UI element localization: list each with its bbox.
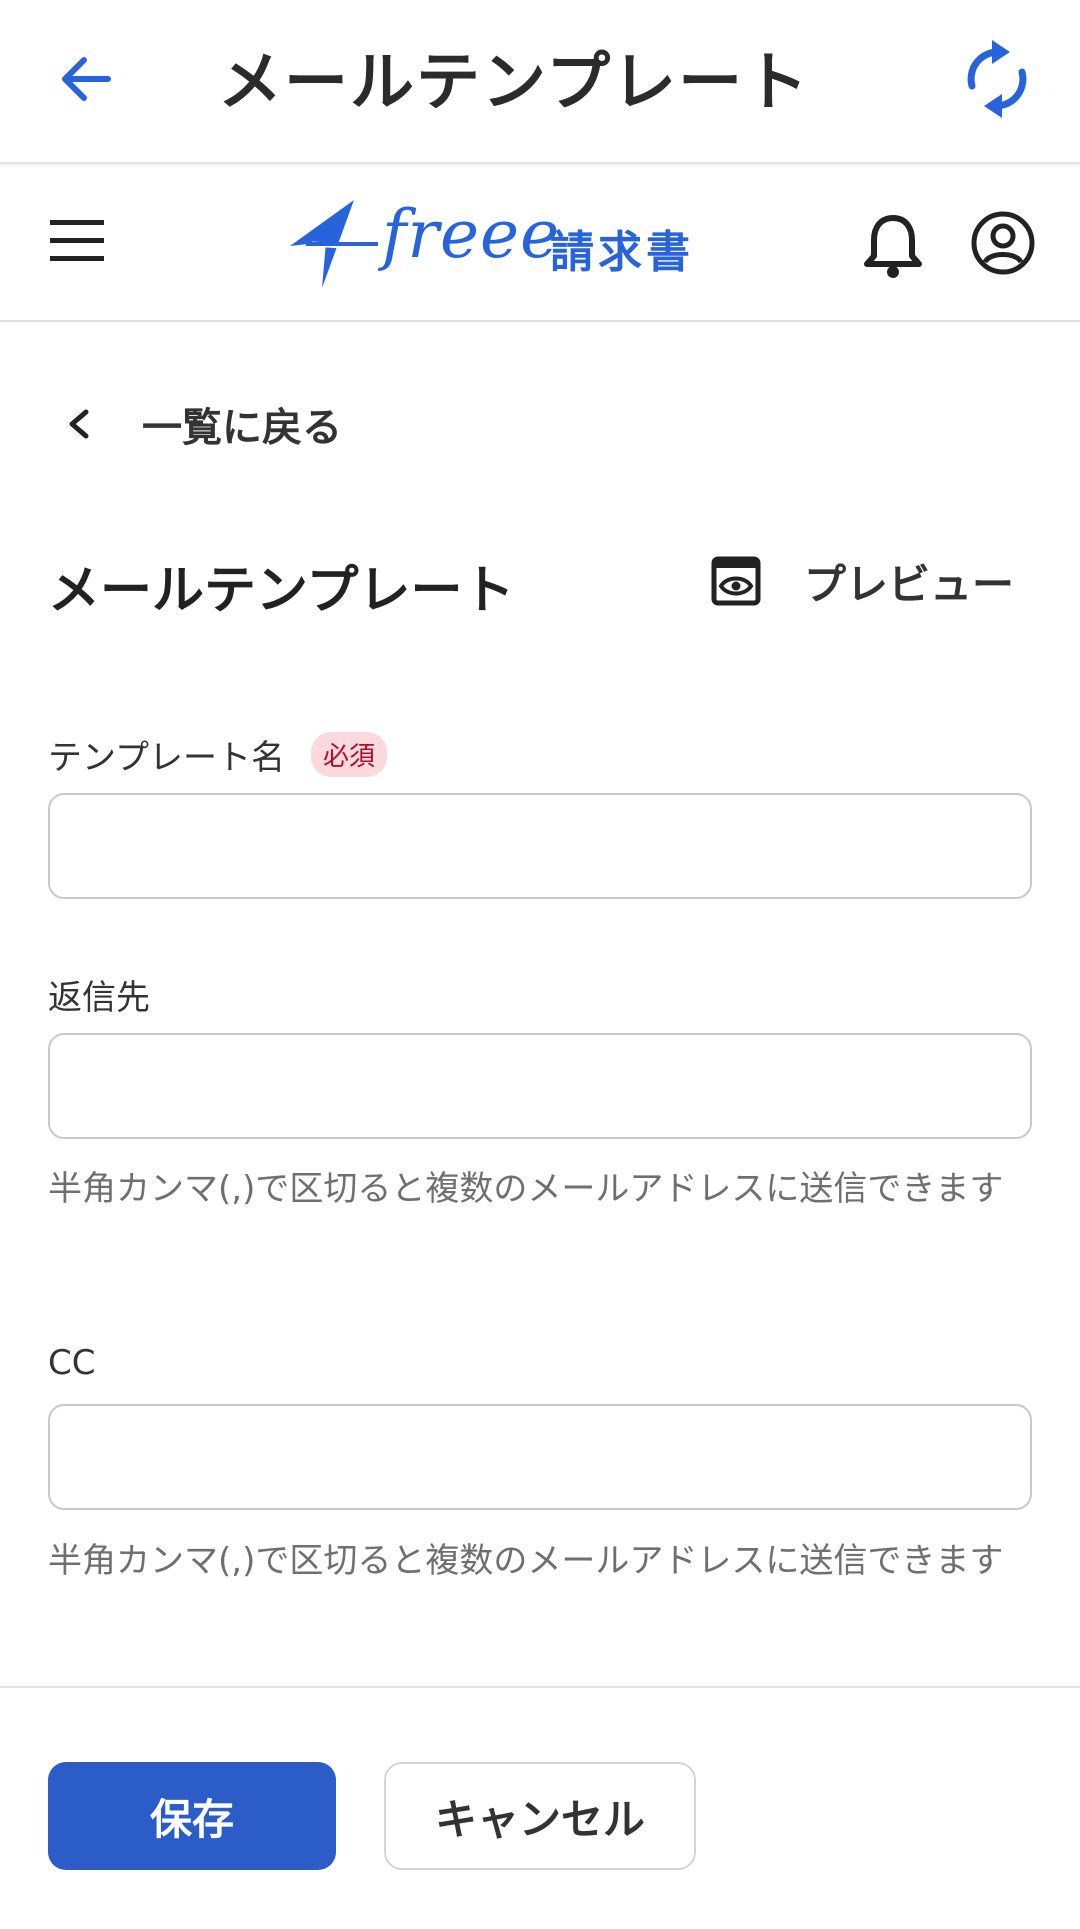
cc-label: CC (48, 1343, 95, 1383)
chevron-left-icon (69, 409, 89, 439)
back-to-list-link[interactable]: 一覧に戻る (60, 396, 342, 452)
app-bar-title: メールテンプレート (218, 46, 811, 120)
reply-to-input[interactable] (48, 1033, 1032, 1139)
preview-button[interactable]: プレビュー (710, 548, 1014, 614)
cancel-button[interactable]: キャンセル (384, 1762, 696, 1870)
site-header: freee 請求書 (0, 166, 1080, 322)
freee-bird-logo (290, 200, 378, 288)
back-to-list-label: 一覧に戻る (142, 405, 342, 451)
account-icon (971, 211, 1035, 275)
logo-text: freee (382, 196, 561, 273)
menu-button[interactable] (48, 216, 108, 266)
menu-icon (50, 220, 104, 261)
divider (0, 1686, 1080, 1688)
account-button[interactable] (970, 210, 1036, 276)
reply-to-label: 返信先 (48, 970, 150, 1019)
page-title: メールテンプレート (48, 561, 515, 621)
notifications-button[interactable] (862, 212, 924, 280)
preview-eye-icon (711, 556, 761, 606)
template-name-label: テンプレート名 必須 (48, 730, 387, 779)
arrow-back-icon (62, 57, 111, 101)
template-name-input[interactable] (48, 793, 1032, 899)
freee-logo[interactable]: freee 請求書 (282, 190, 702, 294)
reply-to-help-text: 半角カンマ(,)で区切ると複数のメールアドレスに送信できます (48, 1169, 1004, 1209)
logo-product-name: 請求書 (550, 227, 694, 278)
save-button[interactable]: 保存 (48, 1762, 336, 1870)
reply-to-label-text: 返信先 (48, 978, 150, 1018)
refresh-icon (967, 40, 1027, 118)
bell-icon (864, 215, 922, 278)
refresh-button[interactable] (958, 40, 1036, 118)
cc-label-text: CC (48, 1343, 96, 1383)
cc-help-text: 半角カンマ(,)で区切ると複数のメールアドレスに送信できます (48, 1541, 1004, 1581)
cc-input[interactable] (48, 1404, 1032, 1510)
back-button[interactable] (50, 44, 120, 114)
template-name-label-text: テンプレート名 (48, 738, 285, 778)
required-badge: 必須 (310, 732, 387, 777)
app-bar: メールテンプレート (0, 0, 1080, 164)
preview-label: プレビュー (804, 559, 1015, 609)
